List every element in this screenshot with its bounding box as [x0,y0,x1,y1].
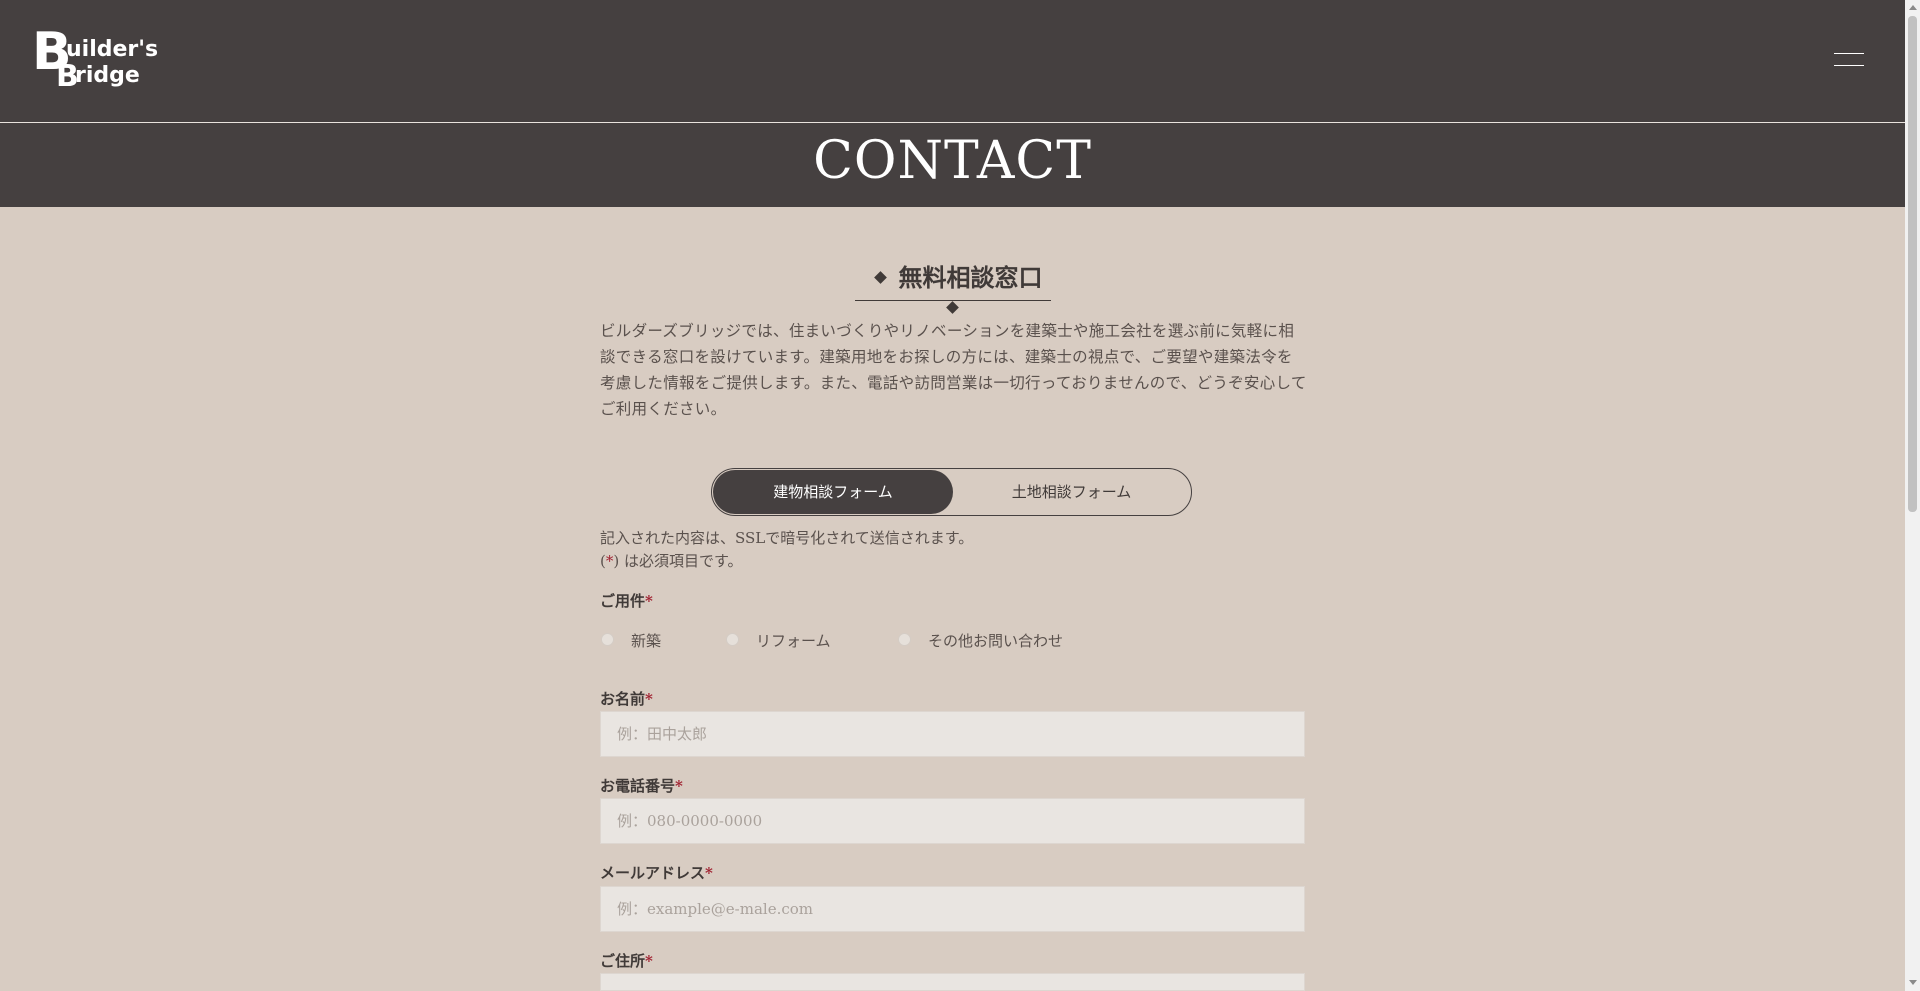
email-input[interactable] [600,886,1305,932]
scroll-up-arrow-icon[interactable] [1909,5,1917,10]
diamond-icon [873,271,887,284]
inquiry-label-text: ご用件 [600,592,646,610]
scroll-down-arrow-icon[interactable] [1909,980,1917,985]
name-label: お名前* [600,688,653,709]
required-note-text: ) は必須項目です。 [613,552,743,570]
section-heading-text: 無料相談窓口 [898,263,1043,292]
phone-label: お電話番号* [600,775,683,796]
required-mark: * [675,777,683,795]
logo-text-line1: uilder's [66,37,159,62]
inquiry-label: ご用件* [600,590,653,611]
section-heading: 無料相談窓口 [850,258,1054,314]
site-header: B uilder's B ridge [0,0,1905,123]
hamburger-menu-icon[interactable] [1834,50,1868,70]
address-label: ご住所* [600,950,653,971]
required-note: (*) は必須項目です。 [600,550,742,571]
required-mark: * [645,690,653,708]
phone-label-text: お電話番号 [600,777,676,795]
tab-land-form[interactable]: 土地相談フォーム [953,470,1190,514]
title-bar: CONTACT [0,123,1905,207]
scroll-thumb[interactable] [1908,16,1917,512]
form-tabs: 建物相談フォーム 土地相談フォーム [711,468,1192,516]
radio-label: その他お問い合わせ [928,632,1064,650]
radio-button[interactable] [601,633,614,646]
required-mark: * [645,592,653,610]
radio-button[interactable] [898,633,911,646]
name-input[interactable] [600,711,1305,757]
address-label-text: ご住所 [600,952,646,970]
required-mark: * [645,952,653,970]
email-label: メールアドレス* [600,862,713,883]
radio-label: 新築 [631,632,662,650]
required-mark: * [705,864,713,882]
email-label-text: メールアドレス [600,864,706,882]
menu-line [1834,65,1864,66]
logo-text-line2: ridge [75,63,140,88]
builders-bridge-logo[interactable]: B uilder's B ridge [32,26,162,92]
ssl-note: 記入された内容は、SSLで暗号化されて送信されます。 [600,529,974,547]
page-scrollbar[interactable] [1905,0,1920,991]
name-label-text: お名前 [600,690,646,708]
radio-button[interactable] [726,633,739,646]
diamond-icon [945,301,959,314]
menu-line [1834,53,1864,54]
intro-text: ビルダーズブリッジでは、住まいづくりやリノベーションを建築士や施工会社を選ぶ前に… [600,322,1307,418]
address-input[interactable] [600,973,1305,991]
heading-underline [855,300,1051,301]
phone-input[interactable] [600,798,1305,844]
radio-label: リフォーム [756,632,831,650]
tab-building-form[interactable]: 建物相談フォーム [713,470,953,514]
page-title: CONTACT [813,131,1092,191]
